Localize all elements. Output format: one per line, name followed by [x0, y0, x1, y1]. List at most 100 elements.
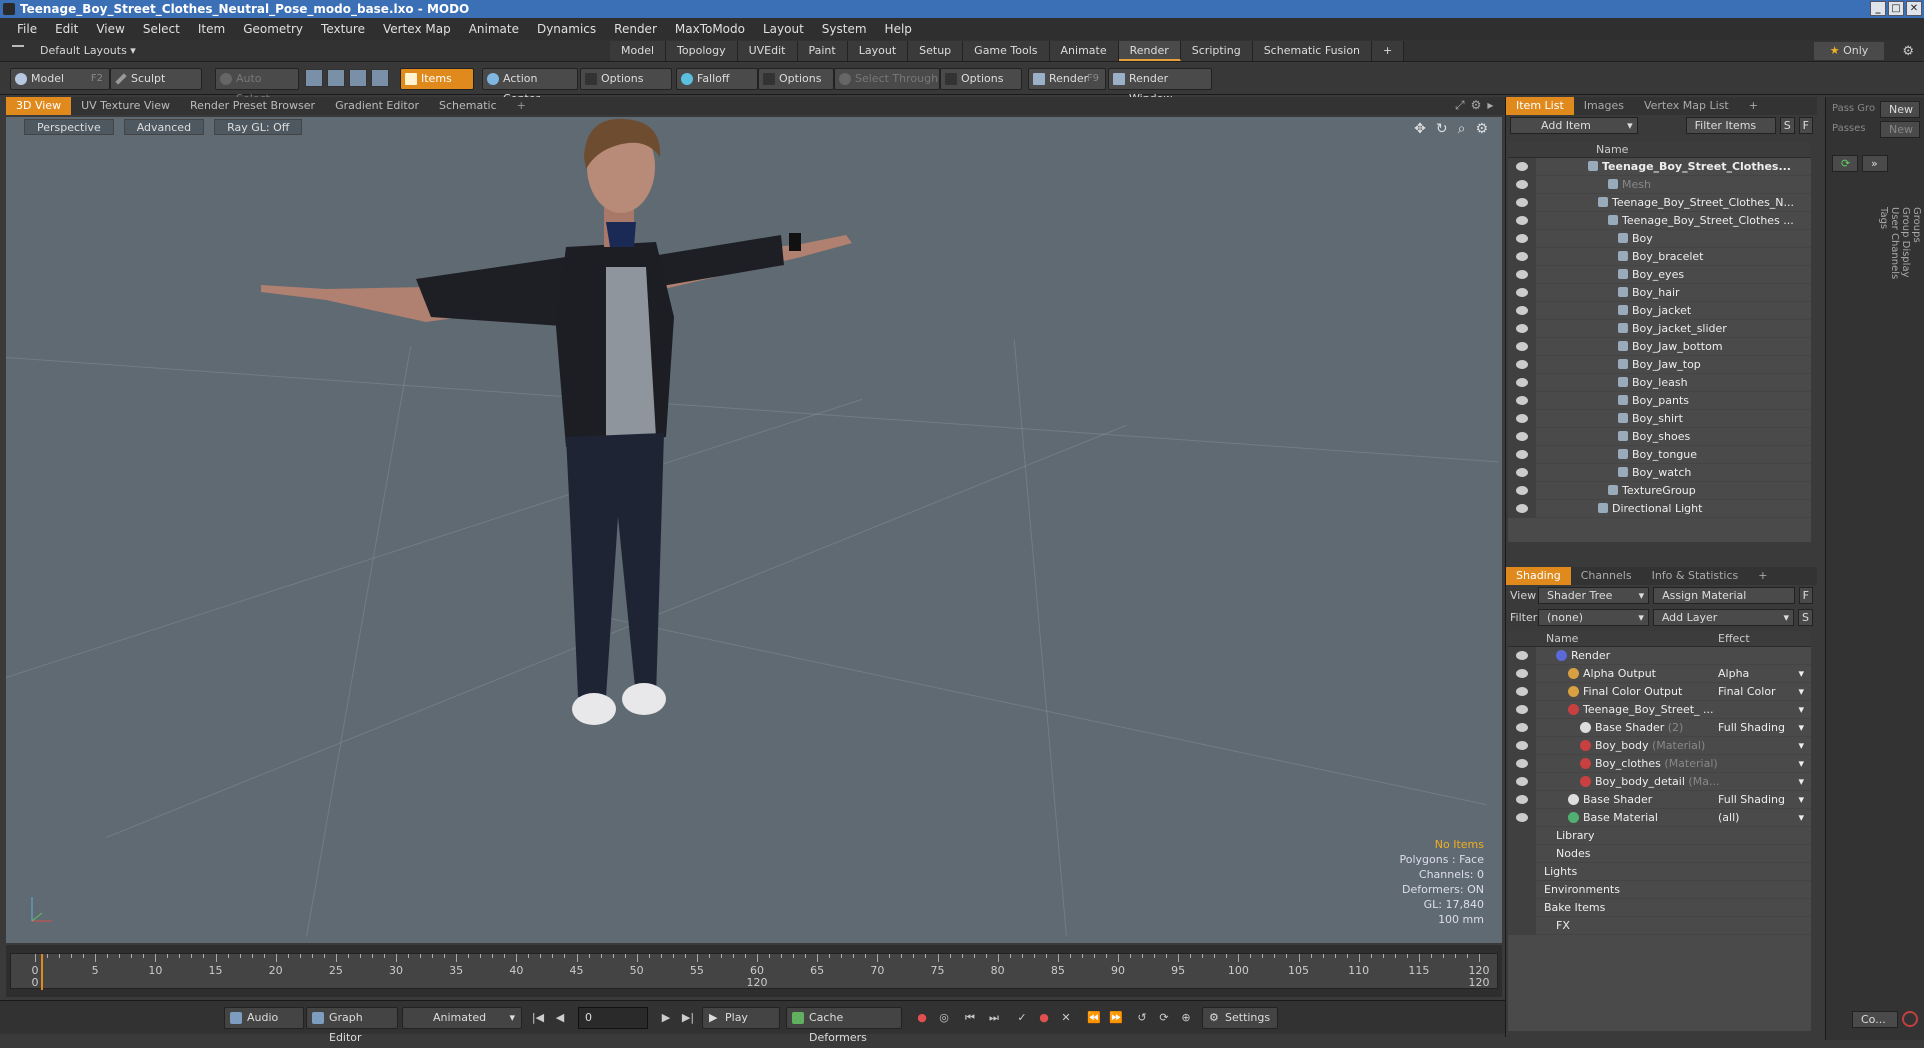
- maximize-button[interactable]: □: [1888, 1, 1904, 16]
- item-row[interactable]: Boy: [1508, 230, 1811, 248]
- side-tab-user-channels[interactable]: User Channels: [1889, 207, 1900, 279]
- visibility-cell[interactable]: [1508, 863, 1536, 881]
- item-row[interactable]: Boy_leash: [1508, 374, 1811, 392]
- item-row[interactable]: Boy_jacket_slider: [1508, 320, 1811, 338]
- refresh-icon[interactable]: ⟳: [1832, 155, 1858, 172]
- eye-icon[interactable]: [1516, 216, 1528, 225]
- sync-icon[interactable]: ⟳: [1156, 1010, 1172, 1026]
- side-tab-tags[interactable]: Tags: [1878, 207, 1889, 279]
- shader-row[interactable]: Boy_clothes (Material): [1508, 755, 1811, 773]
- new-pass-group-button[interactable]: New: [1880, 101, 1920, 118]
- effect-dropdown[interactable]: (all): [1718, 809, 1808, 827]
- eye-icon[interactable]: [1516, 450, 1528, 459]
- eye-icon[interactable]: [1516, 342, 1528, 351]
- tab-topology[interactable]: Topology: [666, 41, 738, 61]
- cache-deformers-button[interactable]: Cache Deformers: [786, 1007, 902, 1044]
- eye-icon[interactable]: [1516, 414, 1528, 423]
- go-to-start-icon[interactable]: |◀: [530, 1010, 546, 1026]
- sculpt-button[interactable]: Sculpt: [110, 68, 202, 90]
- shader-row[interactable]: Environments: [1508, 881, 1811, 899]
- tab-add[interactable]: +: [1372, 41, 1405, 61]
- render-button[interactable]: Render F9: [1028, 68, 1106, 90]
- shader-row[interactable]: FX: [1508, 917, 1811, 935]
- visibility-cell[interactable]: [1508, 917, 1536, 935]
- tab-scripting[interactable]: Scripting: [1180, 41, 1253, 61]
- character-model[interactable]: [6, 117, 1502, 943]
- action-center-button[interactable]: Action Center: [482, 68, 578, 105]
- shader-row[interactable]: Bake Items: [1508, 899, 1811, 917]
- effect-dropdown[interactable]: Final Color: [1718, 683, 1808, 701]
- eye-icon[interactable]: [1516, 378, 1528, 387]
- visibility-cell[interactable]: [1508, 845, 1536, 863]
- item-row[interactable]: Boy_eyes: [1508, 266, 1811, 284]
- eye-icon[interactable]: [1516, 486, 1528, 495]
- prev-key-icon[interactable]: ⏮: [962, 1010, 978, 1026]
- shader-row[interactable]: Base Shader Full Shading: [1508, 791, 1811, 809]
- menu-maxtomodo[interactable]: MaxToModo: [666, 22, 754, 36]
- shader-row[interactable]: Render: [1508, 647, 1811, 665]
- step-back-icon[interactable]: ◀: [552, 1010, 568, 1026]
- tab-animate[interactable]: Animate: [1049, 41, 1119, 61]
- menu-item[interactable]: Item: [189, 22, 234, 36]
- eye-icon[interactable]: [1516, 669, 1528, 678]
- item-row[interactable]: Teenage_Boy_Street_Clothes...: [1508, 158, 1811, 176]
- item-panel-tab-item-list[interactable]: Item List: [1506, 97, 1574, 115]
- eye-icon[interactable]: [1516, 324, 1528, 333]
- filter-dropdown[interactable]: (none) ▾: [1538, 609, 1649, 626]
- item-row[interactable]: Boy_shirt: [1508, 410, 1811, 428]
- falloff-button[interactable]: Falloff: [676, 68, 758, 90]
- shader-row[interactable]: Base Material (all): [1508, 809, 1811, 827]
- shader-row[interactable]: Boy_body_detail (Ma...: [1508, 773, 1811, 791]
- materials-mode-icon[interactable]: [371, 69, 389, 87]
- options-button-1[interactable]: Options: [580, 68, 672, 90]
- edges-mode-icon[interactable]: [327, 69, 345, 87]
- viewport-tab-schematic[interactable]: Schematic: [429, 97, 507, 115]
- options-button-2[interactable]: Options: [758, 68, 834, 90]
- record-icon[interactable]: [1902, 1011, 1918, 1027]
- select-through-button[interactable]: Select Through: [834, 68, 940, 90]
- tab-setup[interactable]: Setup: [908, 41, 964, 61]
- item-row[interactable]: Boy_bracelet: [1508, 248, 1811, 266]
- shader-row[interactable]: Teenage_Boy_Street_ ...: [1508, 701, 1811, 719]
- shader-row[interactable]: Final Color Output Final Color: [1508, 683, 1811, 701]
- eye-icon[interactable]: [1516, 795, 1528, 804]
- eye-icon[interactable]: [1516, 705, 1528, 714]
- menu-dynamics[interactable]: Dynamics: [528, 22, 605, 36]
- shading-panel-tab-shading[interactable]: Shading: [1506, 567, 1571, 585]
- filter-items-input[interactable]: Filter Items: [1685, 117, 1776, 134]
- visibility-cell[interactable]: [1508, 827, 1536, 845]
- item-row[interactable]: Boy_jacket: [1508, 302, 1811, 320]
- options-button-3[interactable]: Options: [940, 68, 1022, 90]
- tab-model[interactable]: Model: [610, 41, 667, 61]
- co-button[interactable]: Co...: [1852, 1011, 1898, 1028]
- new-pass-button[interactable]: New: [1880, 121, 1920, 138]
- effect-dropdown[interactable]: Alpha: [1718, 665, 1808, 683]
- shading-panel-tab-channels[interactable]: Channels: [1571, 567, 1642, 585]
- 3d-viewport[interactable]: Perspective Advanced Ray GL: Off ✥ ↻ ⌕ ⚙ No…: [6, 117, 1502, 943]
- item-row[interactable]: Boy_hair: [1508, 284, 1811, 302]
- effect-dropdown[interactable]: Full Shading: [1718, 791, 1808, 809]
- menu-texture[interactable]: Texture: [312, 22, 374, 36]
- viewport-tab-3d-view[interactable]: 3D View: [6, 97, 72, 115]
- next-key-icon[interactable]: ⏭: [986, 1010, 1002, 1026]
- item-row[interactable]: Mesh: [1508, 176, 1811, 194]
- shader-tree[interactable]: Name Effect RenderAlpha OutputAlphaFinal…: [1508, 631, 1811, 1031]
- menu-render[interactable]: Render: [605, 22, 666, 36]
- menu-vertex-map[interactable]: Vertex Map: [374, 22, 460, 36]
- playhead[interactable]: [41, 954, 43, 990]
- layout-icon[interactable]: [12, 45, 24, 56]
- eye-icon[interactable]: [1516, 396, 1528, 405]
- shader-row[interactable]: Boy_body (Material): [1508, 737, 1811, 755]
- side-tab-groups[interactable]: Groups: [1911, 207, 1922, 279]
- side-tab-group-display[interactable]: Group Display: [1900, 207, 1911, 279]
- lock-icon[interactable]: ⊕: [1178, 1010, 1194, 1026]
- item-row[interactable]: TextureGroup: [1508, 482, 1811, 500]
- effect-dropdown[interactable]: Full Shading: [1718, 719, 1808, 737]
- add-layer-dropdown[interactable]: Add Layer ▾: [1652, 609, 1795, 626]
- key-check-icon[interactable]: ✓: [1014, 1010, 1030, 1026]
- eye-icon[interactable]: [1516, 234, 1528, 243]
- s-button[interactable]: S: [1798, 609, 1813, 626]
- tab-layout[interactable]: Layout: [847, 41, 909, 61]
- eye-icon[interactable]: [1516, 687, 1528, 696]
- menu-view[interactable]: View: [87, 22, 133, 36]
